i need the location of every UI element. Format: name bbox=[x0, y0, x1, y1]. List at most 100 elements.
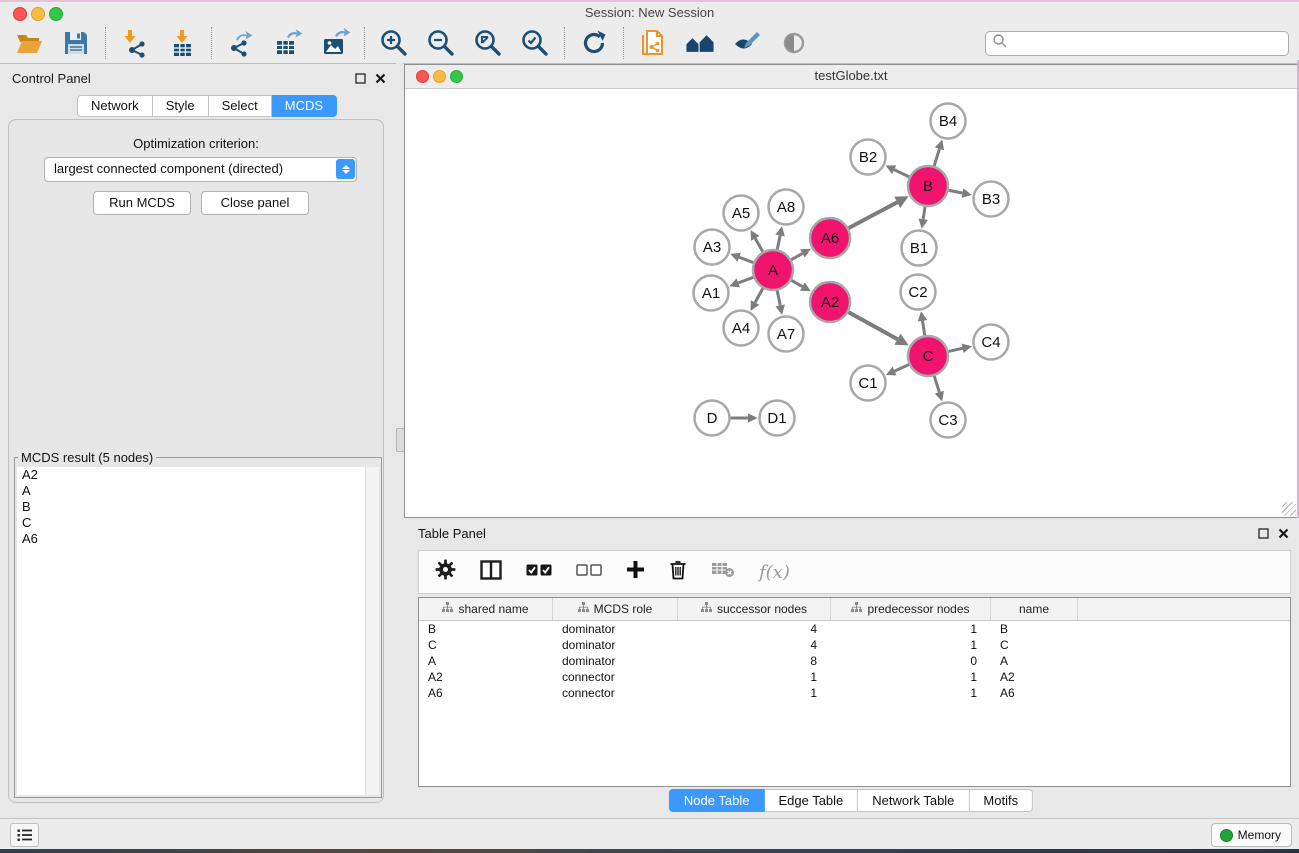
result-item[interactable]: B bbox=[17, 499, 379, 515]
graph-node-B[interactable]: B bbox=[908, 166, 948, 206]
graph-node-C1[interactable]: C1 bbox=[851, 366, 886, 401]
settings-gear-icon[interactable] bbox=[435, 559, 456, 585]
zoom-fit-icon[interactable] bbox=[472, 27, 504, 59]
column-header-shared-name[interactable]: shared name bbox=[419, 598, 553, 620]
graph-node-B3[interactable]: B3 bbox=[974, 182, 1009, 217]
result-item[interactable]: A2 bbox=[17, 467, 379, 483]
graph-edge-B-B3[interactable] bbox=[949, 190, 963, 193]
table-row[interactable]: Bdominator41B bbox=[419, 621, 1290, 637]
graph-edge-B-B1[interactable] bbox=[923, 207, 925, 219]
table-row[interactable]: Adominator80A bbox=[419, 653, 1290, 669]
import-table-icon[interactable] bbox=[166, 27, 198, 59]
home-icon[interactable] bbox=[684, 27, 716, 59]
network-window-titlebar[interactable]: testGlobe.txt bbox=[405, 65, 1297, 89]
table-row[interactable]: Cdominator41C bbox=[419, 637, 1290, 653]
delete-table-icon[interactable] bbox=[711, 561, 735, 583]
graph-node-C[interactable]: C bbox=[908, 336, 948, 376]
table-row[interactable]: A2connector11A2 bbox=[419, 669, 1290, 685]
graph-node-D1[interactable]: D1 bbox=[760, 401, 795, 436]
graph-node-A2[interactable]: A2 bbox=[810, 282, 850, 322]
graph-node-D[interactable]: D bbox=[695, 401, 730, 436]
graph-node-C2[interactable]: C2 bbox=[901, 275, 936, 310]
memory-button[interactable]: Memory bbox=[1211, 823, 1292, 847]
graph-node-B4[interactable]: B4 bbox=[931, 104, 966, 139]
save-icon[interactable] bbox=[60, 27, 92, 59]
graph-edge-A6-B[interactable] bbox=[849, 202, 898, 228]
tab-network[interactable]: Network bbox=[77, 95, 153, 117]
table-row[interactable]: A6connector11A6 bbox=[419, 685, 1290, 701]
graph-edge-A-A8[interactable] bbox=[777, 235, 780, 249]
close-icon[interactable] bbox=[1278, 526, 1289, 544]
result-item[interactable]: A6 bbox=[17, 531, 379, 547]
eye-slash-icon[interactable] bbox=[731, 27, 763, 59]
tab-mcds[interactable]: MCDS bbox=[272, 95, 337, 117]
refresh-icon[interactable] bbox=[578, 27, 610, 59]
zoom-in-icon[interactable] bbox=[378, 27, 410, 59]
close-traffic-light[interactable] bbox=[13, 7, 27, 21]
graph-edge-A-A3[interactable] bbox=[739, 257, 753, 262]
column-header-mcds-role[interactable]: MCDS role bbox=[553, 598, 678, 620]
graph-node-A[interactable]: A bbox=[753, 250, 793, 290]
deselect-all-icon[interactable] bbox=[576, 563, 602, 581]
graph-node-B2[interactable]: B2 bbox=[851, 140, 886, 175]
import-network-icon[interactable] bbox=[119, 27, 151, 59]
graph-edge-B-B2[interactable] bbox=[894, 170, 909, 177]
column-header-predecessor-nodes[interactable]: predecessor nodes bbox=[831, 598, 991, 620]
tab-node-table[interactable]: Node Table bbox=[669, 789, 765, 812]
eye-icon[interactable] bbox=[778, 27, 810, 59]
graph-edge-C-C4[interactable] bbox=[948, 348, 962, 351]
add-column-icon[interactable] bbox=[626, 560, 645, 584]
float-icon[interactable] bbox=[1258, 526, 1269, 544]
float-icon[interactable] bbox=[355, 71, 366, 89]
search-field[interactable] bbox=[985, 31, 1289, 56]
document-share-icon[interactable] bbox=[637, 27, 669, 59]
result-item[interactable]: C bbox=[17, 515, 379, 531]
column-header-name[interactable]: name bbox=[991, 598, 1078, 620]
close-traffic-light[interactable] bbox=[416, 70, 429, 83]
resize-grip-icon[interactable] bbox=[1282, 502, 1296, 516]
tab-network-table[interactable]: Network Table bbox=[858, 789, 969, 812]
delete-column-icon[interactable] bbox=[669, 559, 687, 585]
export-image-icon[interactable] bbox=[319, 27, 351, 59]
close-panel-button[interactable]: Close panel bbox=[201, 191, 309, 215]
graph-node-A4[interactable]: A4 bbox=[724, 311, 759, 346]
column-layout-icon[interactable] bbox=[480, 560, 502, 585]
result-item[interactable]: A bbox=[17, 483, 379, 499]
export-network-icon[interactable] bbox=[225, 27, 257, 59]
graph-node-A5[interactable]: A5 bbox=[724, 196, 759, 231]
graph-edge-A-A5[interactable] bbox=[755, 238, 762, 251]
export-table-icon[interactable] bbox=[272, 27, 304, 59]
zoom-selected-icon[interactable] bbox=[519, 27, 551, 59]
graph-node-A7[interactable]: A7 bbox=[769, 317, 804, 352]
run-mcds-button[interactable]: Run MCDS bbox=[93, 191, 191, 215]
scrollbar-track[interactable] bbox=[365, 467, 379, 795]
search-input[interactable] bbox=[1008, 33, 1288, 54]
tab-style[interactable]: Style bbox=[153, 95, 209, 117]
graph-edge-A-A6[interactable] bbox=[791, 253, 802, 259]
graph-edge-C-C3[interactable] bbox=[934, 376, 939, 392]
graph-edge-A2-C[interactable] bbox=[848, 312, 897, 339]
graph-edge-B-B4[interactable] bbox=[934, 149, 939, 166]
zoom-traffic-light[interactable] bbox=[49, 7, 63, 21]
minimize-traffic-light[interactable] bbox=[433, 70, 446, 83]
function-builder-icon[interactable]: f(x) bbox=[759, 562, 790, 583]
select-all-icon[interactable] bbox=[526, 563, 552, 581]
graph-node-A8[interactable]: A8 bbox=[769, 190, 804, 225]
open-file-icon[interactable] bbox=[13, 27, 45, 59]
close-icon[interactable] bbox=[375, 71, 386, 89]
graph-edge-A-A4[interactable] bbox=[755, 288, 763, 302]
graph-node-A3[interactable]: A3 bbox=[695, 230, 730, 265]
graph-edge-A-A2[interactable] bbox=[791, 280, 802, 286]
graph-edge-A-A7[interactable] bbox=[777, 291, 780, 306]
criterion-select[interactable]: largest connected component (directed) bbox=[44, 157, 357, 182]
network-canvas[interactable]: AA1A2A3A4A5A6A7A8BB1B2B3B4CC1C2C3C4DD1 bbox=[405, 89, 1295, 515]
panel-splitter[interactable] bbox=[396, 63, 403, 818]
menu-list-button[interactable] bbox=[10, 823, 39, 847]
zoom-traffic-light[interactable] bbox=[450, 70, 463, 83]
graph-node-C4[interactable]: C4 bbox=[974, 325, 1009, 360]
graph-node-B1[interactable]: B1 bbox=[902, 231, 937, 266]
column-header-successor-nodes[interactable]: successor nodes bbox=[678, 598, 831, 620]
graph-node-A6[interactable]: A6 bbox=[810, 218, 850, 258]
tab-select[interactable]: Select bbox=[209, 95, 272, 117]
graph-node-A1[interactable]: A1 bbox=[694, 276, 729, 311]
